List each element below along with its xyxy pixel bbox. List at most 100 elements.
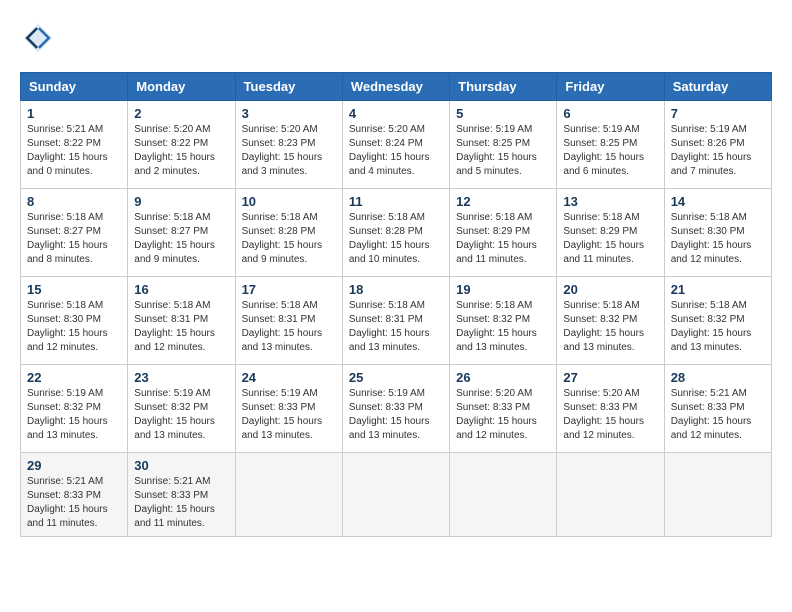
page-header (20, 20, 772, 56)
week-row-1: 1Sunrise: 5:21 AMSunset: 8:22 PMDaylight… (21, 101, 772, 189)
cell-text: Sunrise: 5:18 AMSunset: 8:28 PMDaylight:… (242, 211, 336, 267)
cell-text: Sunrise: 5:21 AMSunset: 8:22 PMDaylight:… (27, 123, 121, 179)
week-row-3: 15 Sunrise: 5:18 AMSunset: 8:30 PMDayligh… (21, 277, 772, 365)
calendar-cell: 3Sunrise: 5:20 AMSunset: 8:23 PMDaylight… (235, 101, 342, 189)
week-row-4: 22 Sunrise: 5:19 AMSunset: 8:32 PMDayligh… (21, 365, 772, 453)
calendar-cell: 10 Sunrise: 5:18 AMSunset: 8:28 PMDayligh… (235, 189, 342, 277)
calendar-body: 1Sunrise: 5:21 AMSunset: 8:22 PMDaylight… (21, 101, 772, 537)
calendar-cell: 27 Sunrise: 5:20 AMSunset: 8:33 PMDayligh… (557, 365, 664, 453)
cell-text: Sunrise: 5:20 AMSunset: 8:33 PMDaylight:… (563, 387, 657, 443)
header-cell-saturday: Saturday (664, 73, 771, 101)
day-number: 11 (349, 194, 443, 209)
logo (20, 20, 62, 56)
cell-text: Sunrise: 5:18 AMSunset: 8:27 PMDaylight:… (27, 211, 121, 267)
calendar-cell: 25 Sunrise: 5:19 AMSunset: 8:33 PMDayligh… (342, 365, 449, 453)
cell-text: Sunrise: 5:19 AMSunset: 8:25 PMDaylight:… (563, 123, 657, 179)
logo-icon (20, 20, 56, 56)
calendar-cell: 2Sunrise: 5:20 AMSunset: 8:22 PMDaylight… (128, 101, 235, 189)
day-number: 5 (456, 106, 550, 121)
calendar-cell: 26 Sunrise: 5:20 AMSunset: 8:33 PMDayligh… (450, 365, 557, 453)
header-cell-thursday: Thursday (450, 73, 557, 101)
calendar-cell: 29Sunrise: 5:21 AMSunset: 8:33 PMDayligh… (21, 453, 128, 537)
header-cell-sunday: Sunday (21, 73, 128, 101)
calendar-cell: 6 Sunrise: 5:19 AMSunset: 8:25 PMDaylight… (557, 101, 664, 189)
calendar-cell: 9 Sunrise: 5:18 AMSunset: 8:27 PMDaylight… (128, 189, 235, 277)
header-cell-friday: Friday (557, 73, 664, 101)
cell-text: Sunrise: 5:18 AMSunset: 8:30 PMDaylight:… (671, 211, 765, 267)
day-number: 22 (27, 370, 121, 385)
week-row-5: 29Sunrise: 5:21 AMSunset: 8:33 PMDayligh… (21, 453, 772, 537)
calendar-cell: 28Sunrise: 5:21 AMSunset: 8:33 PMDayligh… (664, 365, 771, 453)
cell-text: Sunrise: 5:18 AMSunset: 8:32 PMDaylight:… (456, 299, 550, 355)
day-number: 4 (349, 106, 443, 121)
day-number: 28 (671, 370, 765, 385)
day-number: 9 (134, 194, 228, 209)
calendar-cell: 22 Sunrise: 5:19 AMSunset: 8:32 PMDayligh… (21, 365, 128, 453)
day-number: 21 (671, 282, 765, 297)
header-cell-tuesday: Tuesday (235, 73, 342, 101)
calendar-cell: 8Sunrise: 5:18 AMSunset: 8:27 PMDaylight… (21, 189, 128, 277)
calendar-cell: 24Sunrise: 5:19 AMSunset: 8:33 PMDayligh… (235, 365, 342, 453)
cell-text: Sunrise: 5:19 AMSunset: 8:25 PMDaylight:… (456, 123, 550, 179)
day-number: 17 (242, 282, 336, 297)
cell-text: Sunrise: 5:19 AMSunset: 8:26 PMDaylight:… (671, 123, 765, 179)
day-number: 20 (563, 282, 657, 297)
cell-text: Sunrise: 5:18 AMSunset: 8:31 PMDaylight:… (134, 299, 228, 355)
day-number: 13 (563, 194, 657, 209)
header-cell-monday: Monday (128, 73, 235, 101)
day-number: 27 (563, 370, 657, 385)
calendar-cell: 18Sunrise: 5:18 AMSunset: 8:31 PMDayligh… (342, 277, 449, 365)
cell-text: Sunrise: 5:19 AMSunset: 8:32 PMDaylight:… (27, 387, 121, 443)
cell-text: Sunrise: 5:18 AMSunset: 8:32 PMDaylight:… (671, 299, 765, 355)
day-number: 26 (456, 370, 550, 385)
cell-text: Sunrise: 5:18 AMSunset: 8:31 PMDaylight:… (242, 299, 336, 355)
calendar-cell (450, 453, 557, 537)
calendar-cell: 21 Sunrise: 5:18 AMSunset: 8:32 PMDayligh… (664, 277, 771, 365)
day-number: 14 (671, 194, 765, 209)
day-number: 15 (27, 282, 121, 297)
day-number: 7 (671, 106, 765, 121)
cell-text: Sunrise: 5:18 AMSunset: 8:30 PMDaylight:… (27, 299, 121, 355)
cell-text: Sunrise: 5:18 AMSunset: 8:27 PMDaylight:… (134, 211, 228, 267)
calendar-cell: 30 Sunrise: 5:21 AMSunset: 8:33 PMDayligh… (128, 453, 235, 537)
cell-text: Sunrise: 5:18 AMSunset: 8:32 PMDaylight:… (563, 299, 657, 355)
day-number: 24 (242, 370, 336, 385)
calendar-cell (664, 453, 771, 537)
calendar-table: SundayMondayTuesdayWednesdayThursdayFrid… (20, 72, 772, 537)
day-number: 6 (563, 106, 657, 121)
cell-text: Sunrise: 5:20 AMSunset: 8:22 PMDaylight:… (134, 123, 228, 179)
day-number: 30 (134, 458, 228, 473)
calendar-cell: 1Sunrise: 5:21 AMSunset: 8:22 PMDaylight… (21, 101, 128, 189)
calendar-cell: 17 Sunrise: 5:18 AMSunset: 8:31 PMDayligh… (235, 277, 342, 365)
cell-text: Sunrise: 5:20 AMSunset: 8:33 PMDaylight:… (456, 387, 550, 443)
day-number: 25 (349, 370, 443, 385)
day-number: 3 (242, 106, 336, 121)
cell-text: Sunrise: 5:18 AMSunset: 8:31 PMDaylight:… (349, 299, 443, 355)
calendar-header: SundayMondayTuesdayWednesdayThursdayFrid… (21, 73, 772, 101)
header-row: SundayMondayTuesdayWednesdayThursdayFrid… (21, 73, 772, 101)
calendar-cell (342, 453, 449, 537)
header-cell-wednesday: Wednesday (342, 73, 449, 101)
cell-text: Sunrise: 5:18 AMSunset: 8:29 PMDaylight:… (563, 211, 657, 267)
calendar-cell: 19 Sunrise: 5:18 AMSunset: 8:32 PMDayligh… (450, 277, 557, 365)
calendar-cell: 14 Sunrise: 5:18 AMSunset: 8:30 PMDayligh… (664, 189, 771, 277)
cell-text: Sunrise: 5:21 AMSunset: 8:33 PMDaylight:… (27, 475, 121, 531)
day-number: 23 (134, 370, 228, 385)
calendar-cell: 4Sunrise: 5:20 AMSunset: 8:24 PMDaylight… (342, 101, 449, 189)
day-number: 10 (242, 194, 336, 209)
week-row-2: 8Sunrise: 5:18 AMSunset: 8:27 PMDaylight… (21, 189, 772, 277)
cell-text: Sunrise: 5:19 AMSunset: 8:33 PMDaylight:… (349, 387, 443, 443)
cell-text: Sunrise: 5:21 AMSunset: 8:33 PMDaylight:… (134, 475, 228, 531)
calendar-cell (557, 453, 664, 537)
calendar-cell: 11 Sunrise: 5:18 AMSunset: 8:28 PMDayligh… (342, 189, 449, 277)
day-number: 12 (456, 194, 550, 209)
cell-text: Sunrise: 5:18 AMSunset: 8:28 PMDaylight:… (349, 211, 443, 267)
calendar-cell: 13 Sunrise: 5:18 AMSunset: 8:29 PMDayligh… (557, 189, 664, 277)
calendar-cell: 15 Sunrise: 5:18 AMSunset: 8:30 PMDayligh… (21, 277, 128, 365)
day-number: 19 (456, 282, 550, 297)
cell-text: Sunrise: 5:18 AMSunset: 8:29 PMDaylight:… (456, 211, 550, 267)
calendar-cell: 16Sunrise: 5:18 AMSunset: 8:31 PMDayligh… (128, 277, 235, 365)
calendar-cell: 7 Sunrise: 5:19 AMSunset: 8:26 PMDaylight… (664, 101, 771, 189)
calendar-cell: 23Sunrise: 5:19 AMSunset: 8:32 PMDayligh… (128, 365, 235, 453)
calendar-cell: 20 Sunrise: 5:18 AMSunset: 8:32 PMDayligh… (557, 277, 664, 365)
